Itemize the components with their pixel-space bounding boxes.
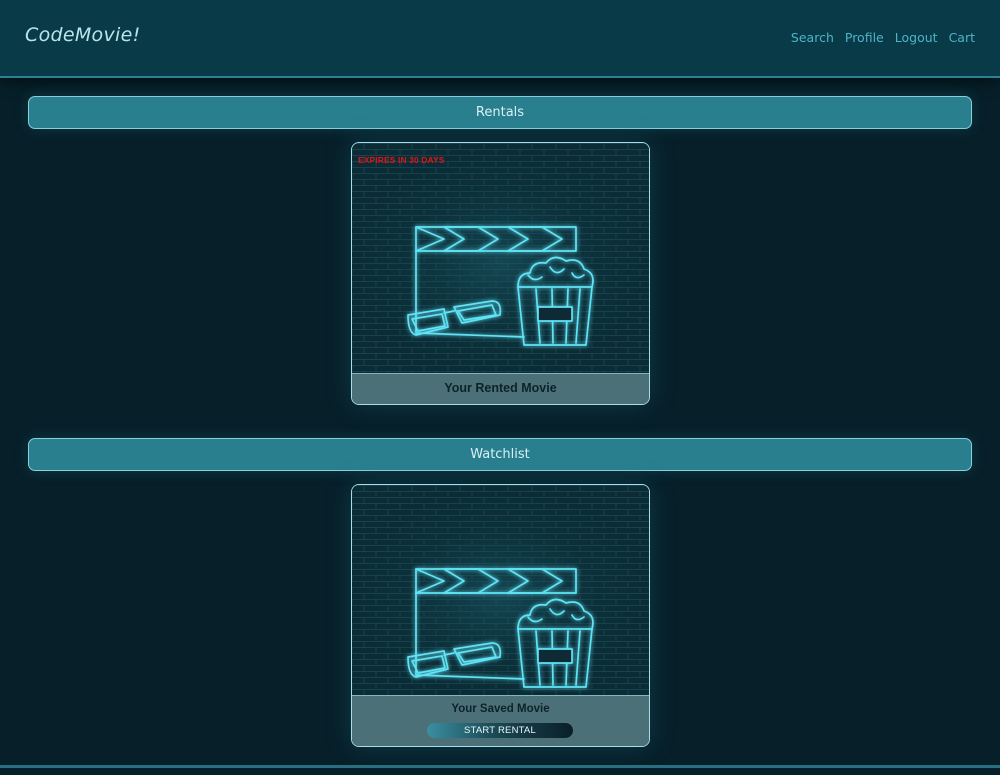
nav-links: Search Profile Logout Cart bbox=[791, 30, 975, 45]
saved-movie-title[interactable]: Your Saved Movie bbox=[352, 703, 649, 715]
watchlist-heading-bar: Watchlist bbox=[28, 438, 972, 471]
rentals-heading-bar: Rentals bbox=[28, 96, 972, 129]
top-navbar: CodeMovie! Search Profile Logout Cart bbox=[0, 0, 1000, 78]
footer-divider bbox=[0, 765, 1000, 768]
rental-movie-card[interactable]: EXPIRES IN 30 DAYS Your Rented Movie bbox=[351, 142, 650, 405]
nav-search-link[interactable]: Search bbox=[791, 30, 834, 45]
expires-badge: EXPIRES IN 30 DAYS bbox=[358, 155, 445, 165]
rented-movie-title[interactable]: Your Rented Movie bbox=[352, 381, 649, 395]
nav-profile-link[interactable]: Profile bbox=[845, 30, 884, 45]
card-footer: Your Rented Movie bbox=[352, 373, 649, 404]
start-rental-button[interactable]: START RENTAL bbox=[427, 723, 573, 738]
card-footer: Your Saved Movie bbox=[352, 695, 649, 746]
watchlist-movie-card[interactable]: Your Saved Movie START RENTAL bbox=[351, 484, 650, 747]
watchlist-heading: Watchlist bbox=[470, 447, 530, 462]
rentals-heading: Rentals bbox=[475, 105, 525, 120]
brand-logo[interactable]: CodeMovie! bbox=[25, 24, 141, 46]
nav-logout-link[interactable]: Logout bbox=[895, 30, 938, 45]
movie-poster-image bbox=[352, 485, 649, 695]
movie-poster-image bbox=[352, 143, 649, 373]
nav-cart-link[interactable]: Cart bbox=[949, 30, 975, 45]
